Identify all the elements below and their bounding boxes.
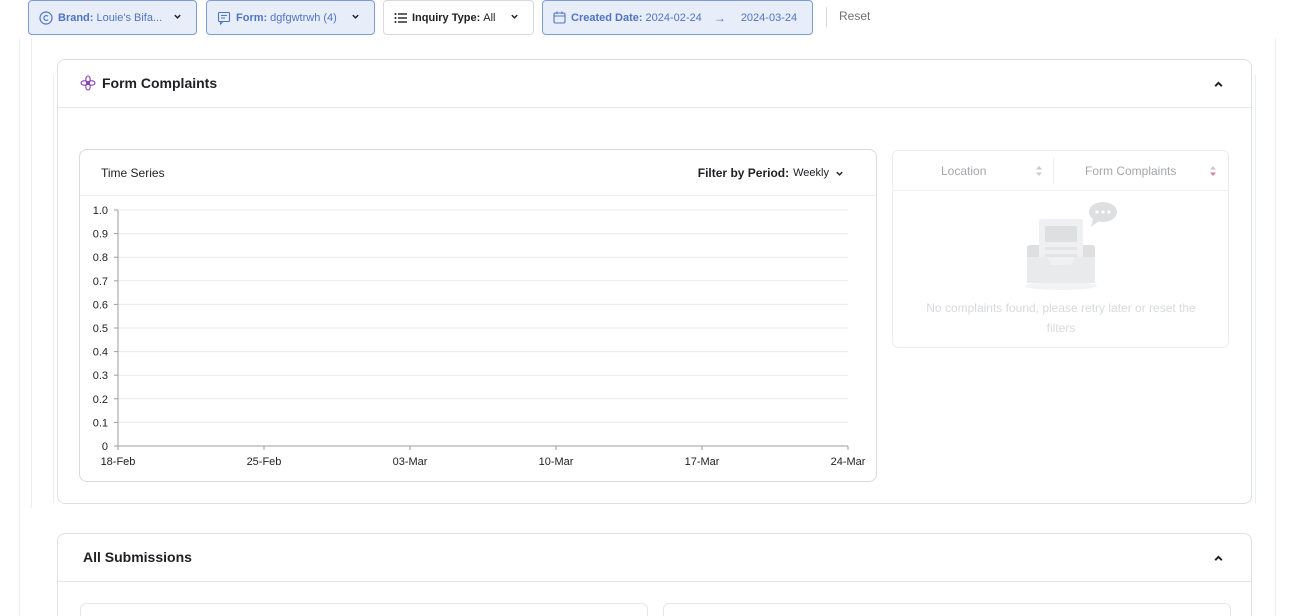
form-document-icon [217, 11, 231, 25]
y-tick-label: 0.2 [93, 394, 108, 406]
page-frame-inner-right [1255, 75, 1256, 503]
inquiry-type-label: Inquiry Type: [412, 11, 481, 24]
chevron-down-icon [174, 14, 181, 19]
created-date-label: Created Date: [571, 11, 643, 24]
time-series-card: Time Series Filter by Period: Weekly 0 0.… [79, 149, 877, 482]
flower-icon [80, 75, 96, 91]
chevron-down-icon [511, 14, 518, 19]
x-tick-label: 25-Feb [247, 456, 282, 468]
sort-icon[interactable] [1035, 164, 1043, 178]
all-submissions-title: All Submissions [83, 549, 192, 565]
period-filter[interactable]: Filter by Period: Weekly [698, 166, 844, 180]
copyright-icon [39, 10, 53, 25]
date-range-arrow-icon: → [713, 10, 726, 25]
all-submissions-card: All Submissions [57, 533, 1252, 616]
page-frame-left [19, 38, 20, 616]
table-header: Location Form Complaints [893, 151, 1228, 191]
brand-filter-value: Louie's Bifa... [96, 11, 163, 24]
created-date-end[interactable]: 2024-03-24 [741, 12, 797, 24]
collapse-all-submissions-button[interactable] [1211, 551, 1225, 565]
filter-divider [826, 7, 827, 27]
sort-icon[interactable] [1209, 164, 1217, 178]
y-tick-label: 0.7 [93, 276, 108, 288]
submissions-panel-right [663, 603, 1231, 616]
column-header-location[interactable]: Location [941, 164, 986, 178]
empty-state-message: No complaints found, please retry later … [926, 301, 1196, 335]
y-tick-label: 0.3 [93, 370, 108, 382]
period-filter-value: Weekly [793, 167, 829, 179]
x-tick-label: 03-Mar [393, 456, 428, 468]
location-complaints-table: Location Form Complaints No complaints f… [892, 150, 1229, 348]
created-date-start[interactable]: 2024-02-24 [646, 12, 702, 24]
y-tick-label: 1.0 [93, 205, 108, 217]
form-complaints-header: Form Complaints [58, 60, 1251, 108]
y-tick-label: 0.5 [93, 323, 108, 335]
time-series-chart: 0 0.1 0.2 0.3 0.4 0.5 0.6 0.7 0.8 0.9 1.0 18-Feb 25-… [93, 205, 866, 468]
period-filter-label: Filter by Period: [697, 166, 790, 180]
x-tick-label: 24-Mar [831, 456, 866, 468]
time-series-title: Time Series [101, 166, 165, 180]
chevron-down-icon [836, 171, 843, 176]
inquiry-type-filter[interactable]: Inquiry Type: All [383, 0, 534, 35]
x-tick-label: 10-Mar [539, 456, 574, 468]
y-tick-label: 0.1 [93, 417, 108, 429]
list-icon [394, 12, 407, 23]
form-complaints-title: Form Complaints [102, 75, 218, 91]
y-tick-label: 0.6 [93, 299, 108, 311]
page-frame-inner-left-2 [53, 75, 54, 503]
brand-filter-label: Brand: [58, 11, 94, 24]
inquiry-type-value: All [483, 11, 496, 24]
calendar-icon [553, 11, 566, 24]
time-series-header: Time Series Filter by Period: Weekly [80, 150, 876, 196]
form-filter-value: dgfgwtrwh (4) [270, 11, 337, 24]
reset-button[interactable]: Reset [839, 9, 870, 23]
chevron-down-icon [352, 14, 359, 19]
brand-filter[interactable]: Brand: Louie's Bifa... [28, 0, 197, 35]
y-tick-label: 0.8 [93, 252, 108, 264]
empty-inbox-icon [1025, 202, 1117, 290]
all-submissions-header: All Submissions [58, 534, 1251, 582]
y-tick-label: 0 [102, 441, 108, 453]
y-tick-label: 0.9 [93, 229, 108, 241]
created-date-filter[interactable]: Created Date: 2024-02-24 → 2024-03-24 [542, 0, 813, 35]
x-tick-label: 18-Feb [101, 456, 136, 468]
page-frame-right [1275, 38, 1276, 616]
form-filter[interactable]: Form: dgfgwtrwh (4) [206, 0, 375, 35]
column-divider [1053, 158, 1054, 184]
x-tick-label: 17-Mar [685, 456, 720, 468]
submissions-panel-left [80, 603, 648, 616]
collapse-form-complaints-button[interactable] [1211, 77, 1225, 91]
chevron-up-icon [1213, 554, 1223, 561]
filter-bar: Brand: Louie's Bifa... Form: dgfgwtrwh (… [0, 0, 1312, 38]
chevron-up-icon [1213, 80, 1223, 87]
column-header-form-complaints[interactable]: Form Complaints [1085, 164, 1176, 178]
form-filter-label: Form: [236, 11, 268, 24]
page-frame-inner-left [31, 38, 32, 508]
y-tick-label: 0.4 [93, 347, 108, 359]
